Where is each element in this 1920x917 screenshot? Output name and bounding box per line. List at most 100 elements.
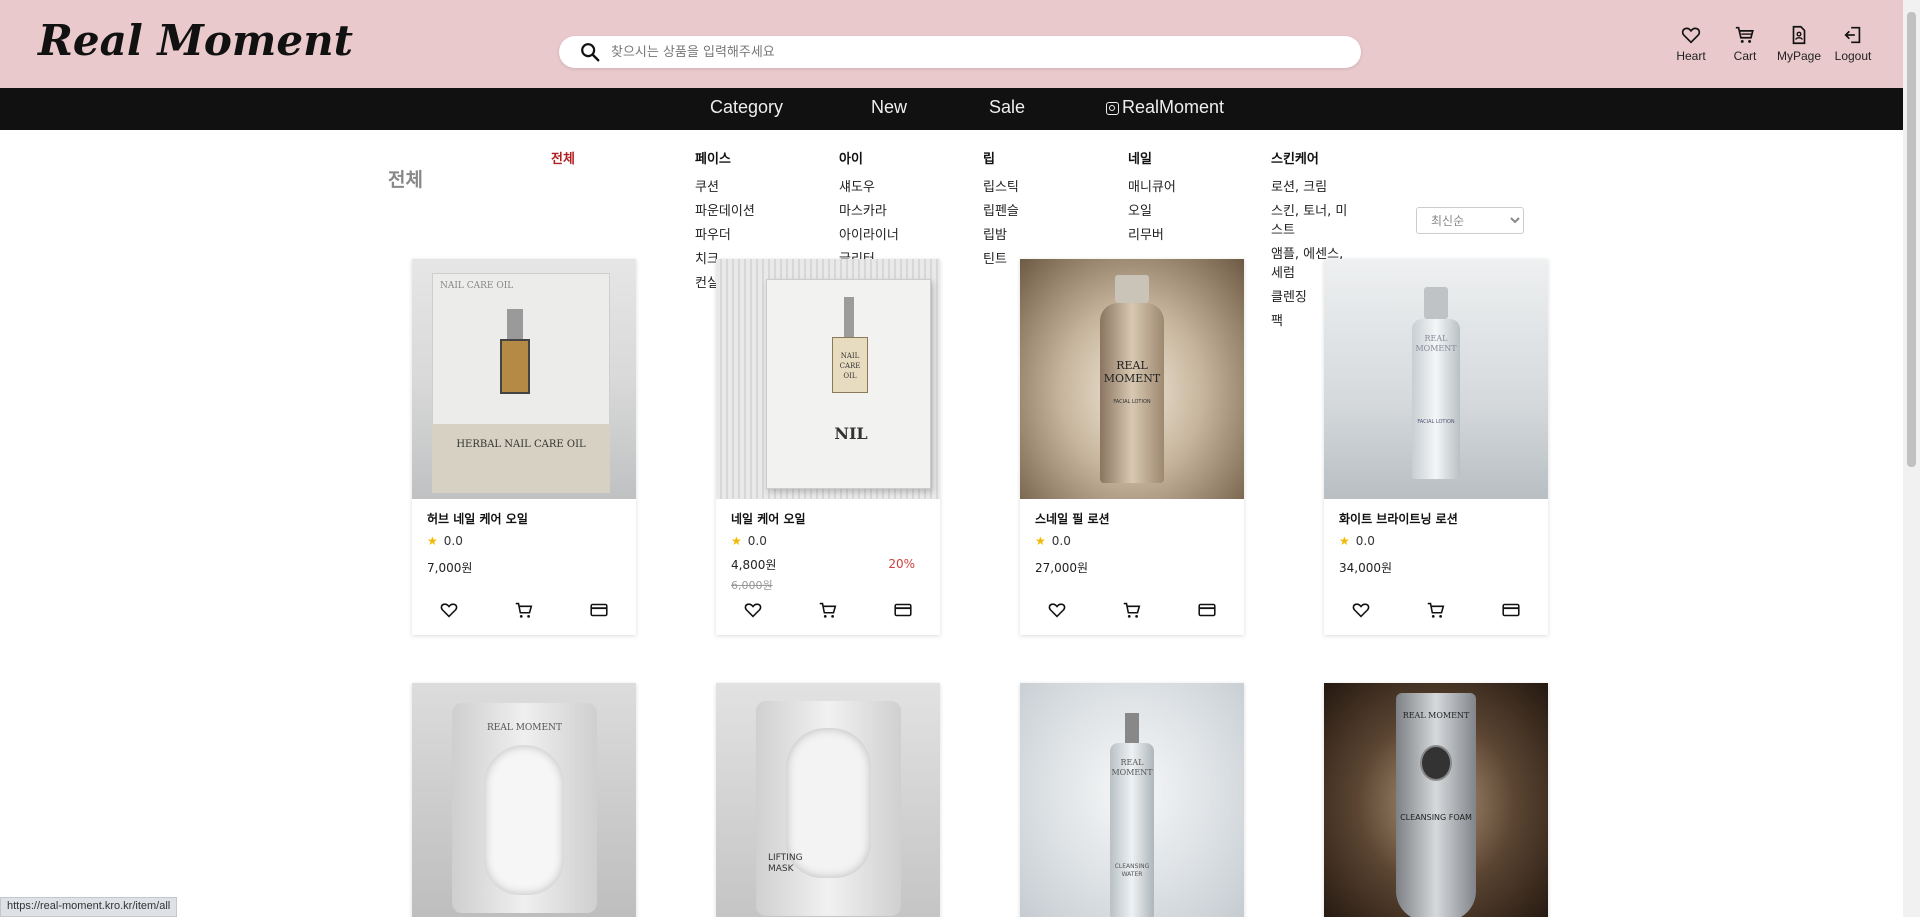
- product-image[interactable]: REAL MOMENT FACIAL LOTION: [1324, 259, 1548, 499]
- category-heading[interactable]: 립: [983, 148, 1073, 167]
- category-item[interactable]: 아이라이너: [839, 224, 929, 248]
- product-image[interactable]: REAL MOMENT CLEANSING WATER: [1020, 683, 1244, 917]
- product-card[interactable]: REAL MOMENT: [412, 683, 636, 917]
- rating-value: 0.0: [747, 534, 767, 548]
- product-actions: [1324, 599, 1548, 629]
- card-payment-icon[interactable]: [892, 599, 914, 621]
- nav-realmoment[interactable]: RealMoment: [1122, 97, 1224, 118]
- category-column-lip: 립 립스틱 립펜슬 립밤 틴트: [983, 148, 1073, 272]
- instagram-icon: [1106, 102, 1119, 115]
- product-name[interactable]: 네일 케어 오일: [731, 510, 806, 527]
- category-item[interactable]: 립스틱: [983, 176, 1073, 200]
- heart-button[interactable]: Heart: [1664, 24, 1718, 63]
- product-card[interactable]: REAL MOMENT CLEANSING FOAM: [1324, 683, 1548, 917]
- category-item[interactable]: 매니큐어: [1128, 176, 1218, 200]
- search-icon[interactable]: [579, 41, 601, 63]
- image-label: FACIAL LOTION: [1113, 399, 1151, 405]
- product-rating: ★ 0.0: [1035, 534, 1071, 548]
- heart-icon: [1681, 27, 1701, 44]
- search-input[interactable]: [611, 40, 1331, 64]
- image-label: CLEANSING FOAM: [1400, 813, 1472, 822]
- product-card[interactable]: REAL MOMENT FACIAL LOTION 화이트 브라이트닝 로션 ★…: [1324, 259, 1548, 635]
- product-image[interactable]: REAL MOMENT: [412, 683, 636, 917]
- mypage-button[interactable]: MyPage: [1772, 24, 1826, 63]
- star-icon: ★: [1339, 534, 1350, 548]
- product-name[interactable]: 화이트 브라이트닝 로션: [1339, 510, 1458, 527]
- category-column-eye: 아이 섀도우 마스카라 아이라이너 글리터: [839, 148, 929, 272]
- logout-icon: [1844, 26, 1861, 44]
- product-price: 4,800원: [731, 558, 777, 572]
- category-item[interactable]: 파운데이션: [695, 200, 785, 224]
- category-item[interactable]: 스킨, 토너, 미스트: [1271, 200, 1356, 243]
- category-item[interactable]: 립펜슬: [983, 200, 1073, 224]
- image-label: FACIAL LOTION: [1417, 419, 1455, 425]
- product-actions: [1020, 599, 1244, 629]
- nav-new[interactable]: New: [871, 97, 907, 118]
- status-url: https://real-moment.kro.kr/item/all: [0, 897, 178, 917]
- heart-icon[interactable]: [742, 599, 764, 621]
- sort-select[interactable]: 최신순: [1416, 207, 1524, 234]
- category-all[interactable]: 전체: [551, 148, 575, 167]
- heart-icon[interactable]: [1046, 599, 1068, 621]
- card-payment-icon[interactable]: [1500, 599, 1522, 621]
- category-column-nail: 네일 매니큐어 오일 리무버: [1128, 148, 1218, 248]
- cart-icon[interactable]: [1121, 599, 1143, 621]
- card-payment-icon[interactable]: [588, 599, 610, 621]
- star-icon: ★: [1035, 534, 1046, 548]
- search-bar: [559, 36, 1361, 68]
- heart-icon[interactable]: [1350, 599, 1372, 621]
- product-card[interactable]: NAIL CARE OIL HERBAL NAIL CARE OIL 허브 네일…: [412, 259, 636, 635]
- category-item[interactable]: 리무버: [1128, 224, 1218, 248]
- product-card[interactable]: REAL MOMENT FACIAL LOTION 스네일 필 로션 ★ 0.0 …: [1020, 259, 1244, 635]
- logout-button[interactable]: Logout: [1826, 24, 1880, 63]
- product-image[interactable]: NAIL CARE OIL HERBAL NAIL CARE OIL: [412, 259, 636, 499]
- product-image[interactable]: NAIL CARE OIL NIL: [716, 259, 940, 499]
- heart-icon[interactable]: [438, 599, 460, 621]
- page-title: 전체: [388, 169, 423, 191]
- category-heading[interactable]: 스킨케어: [1271, 148, 1356, 167]
- product-price: 34,000원: [1339, 561, 1393, 575]
- product-rating: ★ 0.0: [1339, 534, 1375, 548]
- category-item[interactable]: 로션, 크림: [1271, 176, 1356, 200]
- product-image[interactable]: LIFTING MASK: [716, 683, 940, 917]
- nav-sale[interactable]: Sale: [989, 97, 1025, 118]
- image-label: REAL MOMENT: [1402, 711, 1470, 720]
- product-image[interactable]: REAL MOMENT CLEANSING FOAM: [1324, 683, 1548, 917]
- nav-category[interactable]: Category: [710, 97, 783, 118]
- mypage-label: MyPage: [1776, 49, 1822, 63]
- cart-icon[interactable]: [1425, 599, 1447, 621]
- product-original-price: 6,000원: [731, 579, 773, 592]
- scrollbar-thumb[interactable]: [1907, 12, 1916, 467]
- cart-button[interactable]: Cart: [1718, 24, 1772, 63]
- category-item[interactable]: 마스카라: [839, 200, 929, 224]
- product-image[interactable]: REAL MOMENT FACIAL LOTION: [1020, 259, 1244, 499]
- category-item[interactable]: 쿠션: [695, 176, 785, 200]
- rating-value: 0.0: [1051, 534, 1071, 548]
- product-name[interactable]: 스네일 필 로션: [1035, 510, 1110, 527]
- cart-icon[interactable]: [513, 599, 535, 621]
- product-name[interactable]: 허브 네일 케어 오일: [427, 510, 528, 527]
- product-rating: ★ 0.0: [427, 534, 463, 548]
- product-actions: [412, 599, 636, 629]
- logo[interactable]: Real Moment: [38, 16, 353, 65]
- image-label: REAL MOMENT: [1111, 758, 1153, 777]
- category-heading[interactable]: 네일: [1128, 148, 1218, 167]
- header-actions: Heart Cart MyPage Logout: [1664, 24, 1880, 63]
- product-actions: [716, 599, 940, 629]
- scrollbar[interactable]: [1903, 0, 1920, 917]
- product-card[interactable]: REAL MOMENT CLEANSING WATER: [1020, 683, 1244, 917]
- star-icon: ★: [731, 534, 742, 548]
- header: Real Moment Heart Cart MyPage: [0, 0, 1903, 88]
- product-card[interactable]: NAIL CARE OIL NIL 네일 케어 오일 ★ 0.0 4,800원 6…: [716, 259, 940, 635]
- heart-label: Heart: [1676, 49, 1706, 63]
- category-item[interactable]: 립밤: [983, 224, 1073, 248]
- category-item[interactable]: 파우더: [695, 224, 785, 248]
- category-heading[interactable]: 아이: [839, 148, 929, 167]
- category-item[interactable]: 섀도우: [839, 176, 929, 200]
- category-item[interactable]: 오일: [1128, 200, 1218, 224]
- category-heading[interactable]: 페이스: [695, 148, 785, 167]
- cart-icon[interactable]: [817, 599, 839, 621]
- product-card[interactable]: LIFTING MASK: [716, 683, 940, 917]
- image-label: NIL: [834, 424, 868, 443]
- card-payment-icon[interactable]: [1196, 599, 1218, 621]
